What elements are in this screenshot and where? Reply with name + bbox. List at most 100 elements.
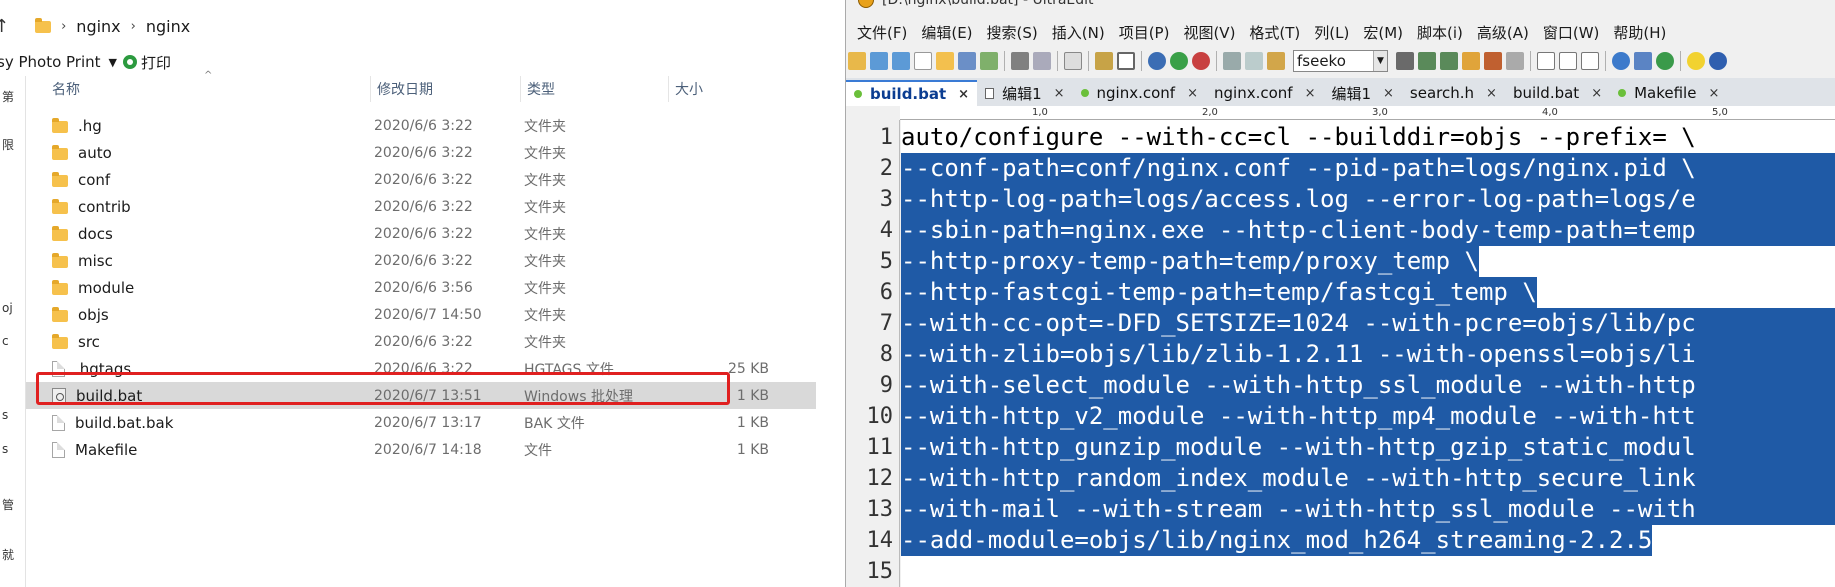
close-icon[interactable]: × <box>1383 86 1394 101</box>
file-size: 1 KB <box>736 441 769 458</box>
word-wrap-icon[interactable] <box>1117 52 1135 70</box>
file-date: 2020/6/6 3:22 <box>374 144 473 161</box>
paste-icon[interactable] <box>1267 52 1285 70</box>
open-folder-icon[interactable] <box>936 52 954 70</box>
toolbar-separator <box>1141 51 1142 71</box>
menu-item[interactable]: 帮助(H) <box>1613 22 1666 43</box>
document-tab[interactable]: build.bat × <box>846 80 978 106</box>
menu-item[interactable]: 脚本(i) <box>1417 22 1463 43</box>
browser-icon[interactable] <box>1148 52 1166 70</box>
column-mode-icon[interactable] <box>1095 52 1113 70</box>
document-tab[interactable]: 编辑1 × <box>977 80 1072 106</box>
close-icon[interactable]: × <box>1708 86 1719 101</box>
new-file-icon[interactable] <box>848 52 866 70</box>
file-row[interactable]: Makefile 2020/6/7 14:18 文件 1 KB <box>26 436 816 463</box>
file-row[interactable]: module 2020/6/6 3:56 文件夹 <box>26 274 816 301</box>
tab-label: 编辑1 <box>1331 84 1372 103</box>
stop-icon[interactable] <box>1192 52 1210 70</box>
code-line: --sbin-path=nginx.exe --http-client-body… <box>901 215 1835 246</box>
file-row[interactable]: .hg 2020/6/6 3:22 文件夹 <box>26 112 816 139</box>
document-tab[interactable]: 编辑1 × <box>1323 80 1401 106</box>
file-row[interactable]: conf 2020/6/6 3:22 文件夹 <box>26 166 816 193</box>
navigation-pane[interactable]: 第 限 oj c s s 管 就 <box>0 76 26 587</box>
cut-icon[interactable] <box>1223 52 1241 70</box>
menu-item[interactable]: 窗口(W) <box>1543 22 1600 43</box>
column-name-label: 名称 <box>52 82 80 98</box>
find-in-files-icon[interactable] <box>1484 52 1502 70</box>
menu-item[interactable]: 搜索(S) <box>987 22 1038 43</box>
close-icon[interactable]: × <box>1305 86 1316 101</box>
file-row[interactable]: docs 2020/6/6 3:22 文件夹 <box>26 220 816 247</box>
menu-item[interactable]: 项目(P) <box>1119 22 1170 43</box>
file-row[interactable]: auto 2020/6/6 3:22 文件夹 <box>26 139 816 166</box>
tile-icon[interactable] <box>1581 52 1599 70</box>
file-row[interactable]: build.bat.bak 2020/6/7 13:17 BAK 文件 1 KB <box>26 409 816 436</box>
find-next-icon[interactable] <box>1418 52 1436 70</box>
search-combo[interactable]: fseeko ▼ <box>1293 50 1388 72</box>
file-row[interactable]: misc 2020/6/6 3:22 文件夹 <box>26 247 816 274</box>
document-icon[interactable] <box>914 52 932 70</box>
find-icon[interactable] <box>1396 52 1414 70</box>
column-name-header[interactable]: 名称 ^ <box>26 70 371 102</box>
properties-icon[interactable] <box>1064 52 1082 70</box>
column-size-header[interactable]: 大小 <box>669 76 769 102</box>
replace-in-files-icon[interactable] <box>1506 52 1524 70</box>
column-type-header[interactable]: 类型 <box>521 76 669 102</box>
column-date-header[interactable]: 修改日期 <box>371 76 521 102</box>
split-icon[interactable] <box>1559 52 1577 70</box>
code-editor[interactable]: auto/configure --with-cc=cl --builddir=o… <box>901 120 1835 587</box>
document-tab[interactable]: search.h × <box>1402 80 1505 106</box>
menu-item[interactable]: 文件(F) <box>857 22 907 43</box>
globe-icon[interactable] <box>1612 52 1630 70</box>
menu-item[interactable]: 格式(T) <box>1249 22 1300 43</box>
close-icon[interactable]: × <box>1591 86 1602 101</box>
document-tab[interactable]: nginx.conf × <box>1073 80 1206 106</box>
file-row[interactable]: src 2020/6/6 3:22 文件夹 <box>26 328 816 355</box>
file-date: 2020/6/6 3:56 <box>374 279 473 296</box>
save-all-icon[interactable] <box>980 52 998 70</box>
tip-bulb-icon[interactable] <box>1687 52 1705 70</box>
menu-item[interactable]: 高级(A) <box>1477 22 1529 43</box>
line-number-gutter[interactable]: 1 2 3 4 5 6 7 8 9 10 11 12 13 14 15 <box>846 120 900 587</box>
menu-item[interactable]: 宏(M) <box>1363 22 1403 43</box>
chevron-down-icon[interactable]: ▼ <box>1373 51 1387 71</box>
breadcrumb-item[interactable]: nginx <box>76 17 120 36</box>
close-icon[interactable]: × <box>1486 86 1497 101</box>
breadcrumb-item[interactable]: nginx <box>146 17 190 36</box>
print-icon[interactable] <box>1011 52 1029 70</box>
ruler-mark: 2,0 <box>1202 107 1218 118</box>
find-prev-icon[interactable] <box>1440 52 1458 70</box>
address-bar[interactable]: ↑ › nginx › nginx <box>0 6 845 46</box>
ftp-icon[interactable] <box>1170 52 1188 70</box>
document-tab[interactable]: Makefile × <box>1610 80 1727 106</box>
line-number: 8 <box>879 342 893 367</box>
folder-icon: ↑ <box>0 15 10 37</box>
refresh-icon[interactable] <box>1656 52 1674 70</box>
menu-item[interactable]: 视图(V) <box>1183 22 1235 43</box>
chevron-down-icon[interactable]: ▼ <box>109 56 117 69</box>
close-icon[interactable]: × <box>1187 86 1198 101</box>
back-icon[interactable] <box>870 52 888 70</box>
code-line: --with-cc-opt=-DFD_SETSIZE=1024 --with-p… <box>901 308 1835 339</box>
replace-icon[interactable] <box>1462 52 1480 70</box>
print-button[interactable]: 打印 <box>123 52 171 73</box>
save-icon[interactable] <box>958 52 976 70</box>
close-icon[interactable]: × <box>958 87 969 102</box>
copy-icon[interactable] <box>1245 52 1263 70</box>
toolbar-separator <box>1605 51 1606 71</box>
document-tab[interactable]: nginx.conf × <box>1206 80 1323 106</box>
layout-icon[interactable] <box>1537 52 1555 70</box>
compare-icon[interactable] <box>1634 52 1652 70</box>
close-icon[interactable]: × <box>1054 86 1065 101</box>
document-tab[interactable]: build.bat × <box>1505 80 1610 106</box>
menu-item[interactable]: 列(L) <box>1314 22 1349 43</box>
photo-print-button[interactable]: sy Photo Print <box>0 53 101 71</box>
file-row[interactable]: contrib 2020/6/6 3:22 文件夹 <box>26 193 816 220</box>
file-row[interactable]: objs 2020/6/7 14:50 文件夹 <box>26 301 816 328</box>
forward-icon[interactable] <box>892 52 910 70</box>
print-preview-icon[interactable] <box>1033 52 1051 70</box>
modified-dot-icon <box>1618 89 1627 97</box>
help-icon[interactable] <box>1709 52 1727 70</box>
menu-item[interactable]: 插入(N) <box>1052 22 1105 43</box>
menu-item[interactable]: 编辑(E) <box>921 22 972 43</box>
